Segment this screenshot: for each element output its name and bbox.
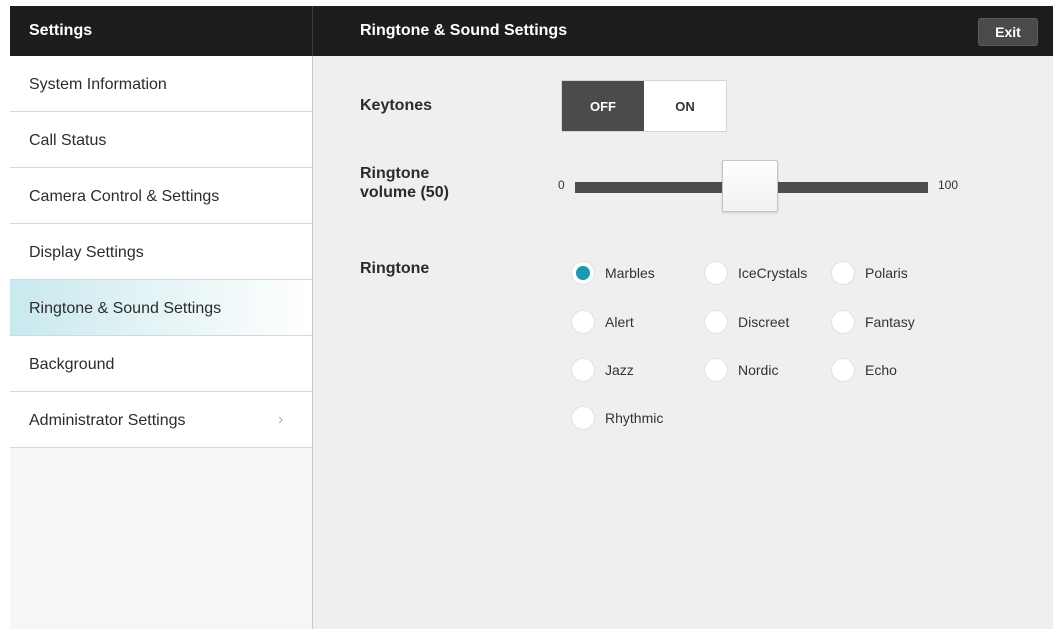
ringtone-label: Ringtone bbox=[360, 260, 430, 277]
radio-unselected-icon bbox=[831, 358, 855, 382]
ringtone-option-echo[interactable]: Echo bbox=[831, 358, 897, 382]
radio-unselected-icon bbox=[831, 310, 855, 334]
ringtone-option-icecrystals[interactable]: IceCrystals bbox=[704, 261, 807, 285]
settings-window: Settings Ringtone & Sound Settings Exit … bbox=[10, 6, 1053, 629]
sidebar-title: Settings bbox=[29, 22, 93, 39]
keytones-label: Keytones bbox=[360, 97, 433, 114]
keytones-off-button[interactable]: OFF bbox=[562, 81, 644, 131]
ringtone-option-label: Polaris bbox=[865, 265, 908, 281]
sidebar-item-label: Camera Control & Settings bbox=[29, 188, 220, 205]
ringtone-option-label: Alert bbox=[605, 314, 634, 330]
sidebar: System Information Call Status Camera Co… bbox=[10, 56, 313, 629]
volume-slider-thumb[interactable] bbox=[722, 160, 778, 212]
keytones-on-button[interactable]: ON bbox=[644, 81, 726, 131]
ringtone-option-rhythmic[interactable]: Rhythmic bbox=[571, 406, 663, 430]
ringtone-option-label: Discreet bbox=[738, 314, 790, 330]
radio-unselected-icon bbox=[831, 261, 855, 285]
sidebar-item-label: Background bbox=[29, 356, 115, 373]
sidebar-item-camera-control[interactable]: Camera Control & Settings bbox=[10, 168, 312, 224]
exit-button[interactable]: Exit bbox=[978, 18, 1038, 46]
radio-unselected-icon bbox=[704, 310, 728, 334]
volume-label-line1: Ringtone bbox=[360, 165, 430, 182]
sidebar-item-system-information[interactable]: System Information bbox=[10, 56, 312, 112]
ringtone-option-fantasy[interactable]: Fantasy bbox=[831, 310, 915, 334]
radio-unselected-icon bbox=[704, 358, 728, 382]
ringtone-option-label: IceCrystals bbox=[738, 265, 808, 281]
sidebar-item-background[interactable]: Background bbox=[10, 336, 312, 392]
volume-label-line2: volume (50) bbox=[360, 184, 449, 201]
sidebar-item-call-status[interactable]: Call Status bbox=[10, 112, 312, 168]
volume-min-label: 0 bbox=[558, 178, 565, 192]
sidebar-item-label: System Information bbox=[29, 76, 167, 93]
top-bar: Settings Ringtone & Sound Settings Exit bbox=[10, 6, 1053, 56]
ringtone-option-label: Rhythmic bbox=[605, 410, 664, 426]
sidebar-item-ringtone-sound[interactable]: Ringtone & Sound Settings bbox=[10, 280, 312, 336]
ringtone-option-label: Nordic bbox=[738, 362, 779, 378]
sidebar-item-display-settings[interactable]: Display Settings bbox=[10, 224, 312, 280]
chevron-right-icon: › bbox=[278, 411, 284, 428]
ringtone-option-marbles[interactable]: Marbles bbox=[571, 261, 655, 285]
sidebar-item-label: Administrator Settings bbox=[29, 412, 186, 429]
ringtone-option-polaris[interactable]: Polaris bbox=[831, 261, 908, 285]
header-divider bbox=[312, 6, 313, 56]
sidebar-item-label: Ringtone & Sound Settings bbox=[29, 300, 222, 317]
radio-selected-icon bbox=[571, 261, 595, 285]
ringtone-option-jazz[interactable]: Jazz bbox=[571, 358, 634, 382]
volume-max-label: 100 bbox=[938, 178, 959, 192]
ringtone-option-nordic[interactable]: Nordic bbox=[704, 358, 778, 382]
ringtone-option-label: Jazz bbox=[605, 362, 634, 378]
settings-panel: Keytones OFF ON Ringtone volume (50) 0 1… bbox=[313, 56, 1053, 629]
page-title: Ringtone & Sound Settings bbox=[360, 22, 568, 39]
radio-unselected-icon bbox=[571, 358, 595, 382]
ringtone-option-discreet[interactable]: Discreet bbox=[704, 310, 789, 334]
ringtone-option-label: Fantasy bbox=[865, 314, 915, 330]
radio-unselected-icon bbox=[571, 310, 595, 334]
ringtone-option-alert[interactable]: Alert bbox=[571, 310, 634, 334]
radio-unselected-icon bbox=[571, 406, 595, 430]
sidebar-item-label: Display Settings bbox=[29, 244, 144, 261]
ringtone-option-label: Marbles bbox=[605, 265, 655, 281]
sidebar-item-administrator-settings[interactable]: Administrator Settings › bbox=[10, 392, 312, 448]
keytones-toggle[interactable]: OFF ON bbox=[561, 80, 727, 132]
radio-unselected-icon bbox=[704, 261, 728, 285]
ringtone-option-label: Echo bbox=[865, 362, 897, 378]
sidebar-item-label: Call Status bbox=[29, 132, 107, 149]
